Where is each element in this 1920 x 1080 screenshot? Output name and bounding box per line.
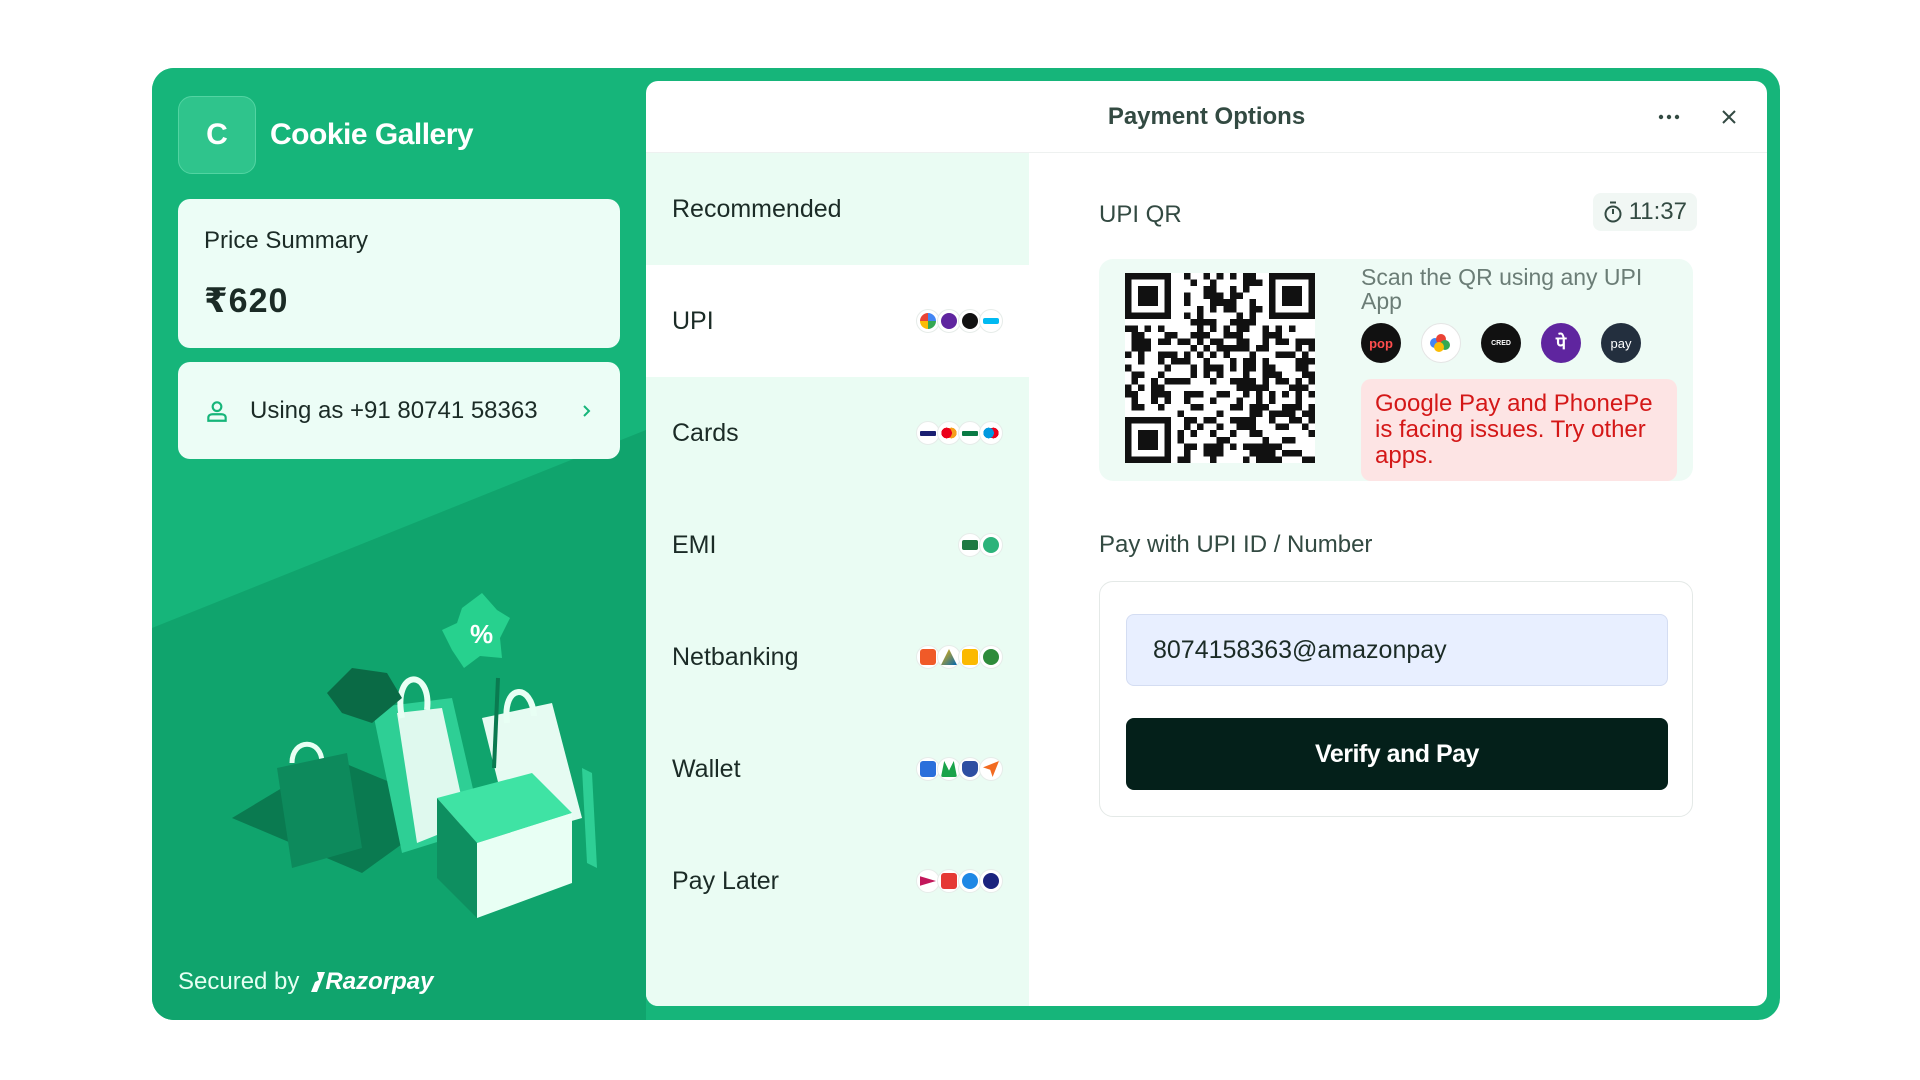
emi-provider-icons (958, 533, 1003, 557)
verify-and-pay-button[interactable]: Verify and Pay (1126, 718, 1668, 790)
upi-qr-title: UPI QR (1099, 201, 1182, 228)
freecharge-icon (979, 757, 1003, 781)
more-options-button[interactable] (1651, 101, 1687, 133)
user-icon (207, 400, 227, 422)
razorpay-brand-text: Razorpay (325, 968, 434, 995)
supported-upi-apps: pop CRED पे pay (1361, 323, 1641, 363)
upi-id-form: Verify and Pay (1099, 581, 1693, 817)
card-network-icons (916, 421, 1003, 445)
phonepe-app-icon: पे (1541, 323, 1581, 363)
bank-icon (979, 645, 1003, 669)
close-button[interactable] (1713, 101, 1745, 133)
price-amount: ₹620 (204, 282, 289, 320)
payment-options-panel: Payment Options Recommended UPI Cards EM… (646, 81, 1767, 1006)
phonepe-app-label: पे (1555, 333, 1567, 353)
qr-timer-value: 11:37 (1628, 198, 1687, 225)
bank-icons (916, 645, 1003, 669)
price-summary-card: Price Summary ₹620 (178, 199, 620, 348)
google-pay-logo (1430, 334, 1450, 352)
cred-app-icon: CRED (1481, 323, 1521, 363)
page-title: Payment Options (1107, 102, 1306, 130)
merchant-brand: C Cookie Gallery (178, 96, 474, 174)
upi-qr-box: Scan the QR using any UPI App pop CRED प… (1099, 259, 1693, 481)
menu-item-label: Recommended (672, 194, 842, 223)
upi-app-icons (916, 309, 1003, 333)
close-icon (1722, 110, 1736, 124)
upi-qr-code[interactable] (1125, 273, 1315, 463)
qr-timer: 11:37 (1592, 193, 1697, 231)
upi-id-input[interactable] (1126, 614, 1668, 686)
amazon-pay-app-label: pay (1610, 335, 1632, 351)
menu-item-label: EMI (672, 530, 717, 559)
merchant-logo: C (178, 96, 256, 174)
menu-item-upi[interactable]: UPI (646, 265, 1029, 377)
payment-method-menu: Recommended UPI Cards EMI Netbanking Wal… (646, 153, 1029, 1006)
menu-item-pay-later[interactable]: Pay Later (646, 825, 1029, 937)
more-dots-icon (1658, 114, 1680, 120)
menu-item-label: Pay Later (672, 866, 780, 895)
menu-item-label: Wallet (672, 754, 741, 783)
amazon-pay-app-icon: pay (1601, 323, 1641, 363)
upi-id-label: Pay with UPI ID / Number (1099, 531, 1373, 558)
secured-by: Secured by Razorpay (178, 968, 433, 996)
price-summary-label: Price Summary (204, 227, 369, 254)
pop-app-label: pop (1369, 335, 1393, 351)
upi-payment-content: UPI QR 11:37 Scan the QR using any UPI A… (1029, 153, 1767, 1006)
chevron-right-icon (583, 404, 591, 417)
upi-outage-warning: Google Pay and PhonePe is facing issues.… (1361, 379, 1677, 481)
menu-item-label: Netbanking (672, 642, 799, 671)
wallet-icons (916, 757, 1003, 781)
menu-item-label: UPI (672, 306, 714, 335)
razorpay-logo: Razorpay (311, 968, 433, 996)
user-contact-card[interactable]: Using as +91 80741 58363 (178, 362, 620, 459)
paytm-icon (979, 309, 1003, 333)
svg-text:%: % (470, 619, 493, 649)
menu-item-netbanking[interactable]: Netbanking (646, 601, 1029, 713)
maestro-icon (979, 421, 1003, 445)
merchant-panel: % C Cookie Gallery Price Summary ₹620 Us… (152, 68, 646, 1020)
menu-item-wallet[interactable]: Wallet (646, 713, 1029, 825)
user-contact-text: Using as +91 80741 58363 (250, 397, 538, 424)
secured-by-label: Secured by (178, 968, 300, 995)
checkout-window: % C Cookie Gallery Price Summary ₹620 Us… (152, 68, 1780, 1020)
pay-later-icons (916, 869, 1003, 893)
olamoney-icon (979, 869, 1003, 893)
panel-header: Payment Options (646, 81, 1767, 153)
menu-item-cards[interactable]: Cards (646, 377, 1029, 489)
menu-item-emi[interactable]: EMI (646, 489, 1029, 601)
menu-item-label: Cards (672, 418, 739, 447)
merchant-name: Cookie Gallery (270, 118, 474, 151)
menu-item-recommended[interactable]: Recommended (646, 153, 1029, 265)
zestmoney-icon (979, 533, 1003, 557)
stopwatch-icon (1604, 201, 1622, 223)
pop-app-icon: pop (1361, 323, 1401, 363)
scan-instructions: Scan the QR using any UPI App (1361, 264, 1643, 314)
google-pay-app-icon (1421, 323, 1461, 363)
razorpay-mark-icon (311, 972, 326, 992)
cred-app-label: CRED (1491, 339, 1511, 347)
